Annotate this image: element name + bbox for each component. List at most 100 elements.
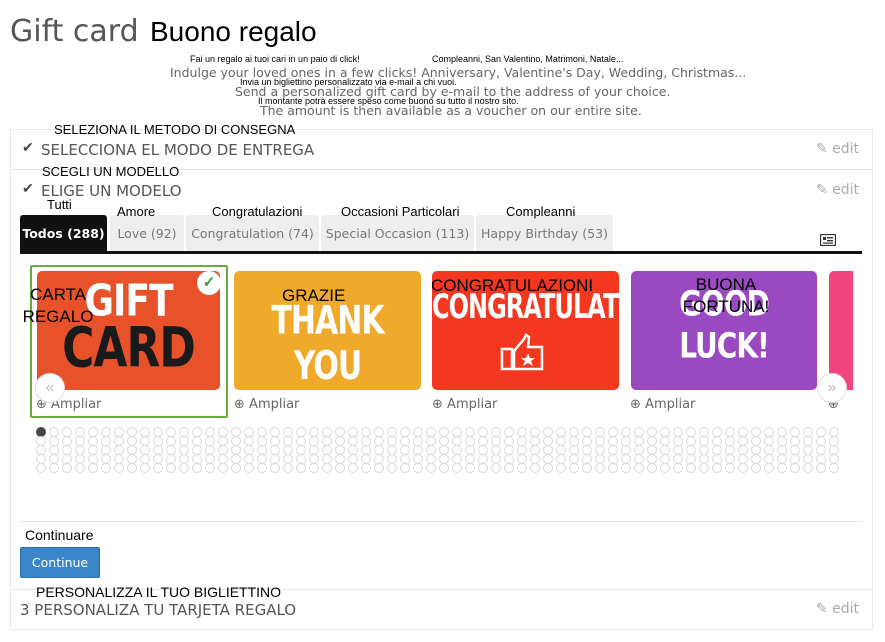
check-circle-icon: ✓ xyxy=(197,271,221,295)
pagination-dot[interactable] xyxy=(621,463,631,473)
tab-special-occasion[interactable]: Special Occasion (113) xyxy=(321,215,474,251)
pagination-dot[interactable] xyxy=(608,463,618,473)
continue-button[interactable]: Continue xyxy=(20,547,100,578)
pagination-dot[interactable] xyxy=(270,463,280,473)
pencil-icon: ✎ xyxy=(815,182,828,198)
pagination-dot[interactable] xyxy=(816,463,826,473)
check-icon: ✔ xyxy=(22,139,34,155)
carousel-prev-button[interactable]: « xyxy=(35,373,65,403)
chevron-left-icon: « xyxy=(45,379,55,396)
check-icon: ✔ xyxy=(22,180,34,196)
pagination-dot[interactable] xyxy=(569,463,579,473)
step-3-label: 3 PERSONALIZA TU TARJETA REGALO xyxy=(20,601,297,619)
pagination-dot[interactable] xyxy=(192,463,202,473)
pagination-dot[interactable] xyxy=(751,463,761,473)
pagination-dot[interactable] xyxy=(283,463,293,473)
tab-happy-birthday[interactable]: Happy Birthday (53) xyxy=(476,215,613,251)
pagination-dot[interactable] xyxy=(244,463,254,473)
pagination-dot[interactable] xyxy=(179,463,189,473)
thumbs-up-icon xyxy=(500,333,544,371)
pagination-dot[interactable] xyxy=(491,463,501,473)
pagination-dot[interactable] xyxy=(465,463,475,473)
step-1-label: SELECCIONA EL MODO DE ENTREGA xyxy=(41,141,315,159)
carousel-next-button[interactable]: » xyxy=(817,373,847,403)
pagination-dot[interactable] xyxy=(478,463,488,473)
pagination-dot[interactable] xyxy=(530,463,540,473)
pagination-dot[interactable] xyxy=(322,463,332,473)
pagination-dot[interactable] xyxy=(738,463,748,473)
pagination-dot[interactable] xyxy=(543,463,553,473)
pagination-dot[interactable] xyxy=(296,463,306,473)
pagination-dot[interactable] xyxy=(660,463,670,473)
pagination-dot[interactable] xyxy=(725,463,735,473)
pagination-dot[interactable] xyxy=(75,463,85,473)
chevron-right-icon: » xyxy=(827,379,837,396)
pagination-dot[interactable] xyxy=(218,463,228,473)
pencil-icon: ✎ xyxy=(815,141,828,157)
pagination-dot[interactable] xyxy=(205,463,215,473)
step-1-edit-link[interactable]: ✎ edit xyxy=(816,141,859,157)
pagination-dot[interactable] xyxy=(348,463,358,473)
pagination-dot[interactable] xyxy=(647,463,657,473)
tab-congratulation[interactable]: Congratulation (74) xyxy=(186,215,319,251)
pagination-dot[interactable] xyxy=(582,463,592,473)
pagination-dot[interactable] xyxy=(439,463,449,473)
zoom-link[interactable]: ⊕ Ampliar xyxy=(234,397,299,412)
divider xyxy=(20,521,862,522)
pagination-dot[interactable] xyxy=(101,463,111,473)
list-view-icon[interactable] xyxy=(820,234,836,246)
pagination-dot[interactable] xyxy=(803,463,813,473)
pagination-dot[interactable] xyxy=(517,463,527,473)
pagination-dot[interactable] xyxy=(231,463,241,473)
tabs-underline xyxy=(20,251,862,254)
step-1-translation: SELEZIONA IL METODO DI CONSEGNA xyxy=(54,122,296,137)
pagination-dot[interactable] xyxy=(153,463,163,473)
pagination-dot[interactable] xyxy=(114,463,124,473)
pagination-dot[interactable] xyxy=(400,463,410,473)
pagination-dot[interactable] xyxy=(387,463,397,473)
card-4-translation: BUONA FORTUNA! xyxy=(682,275,770,316)
tab-special-occasion-translation: Occasioni Particolari xyxy=(341,204,460,219)
pagination-dot[interactable] xyxy=(426,463,436,473)
pagination-dot[interactable] xyxy=(686,463,696,473)
tab-all-translation: Tutti xyxy=(47,197,72,212)
pagination-dot[interactable] xyxy=(361,463,371,473)
zoom-in-icon: ⊕ xyxy=(234,397,245,412)
zoom-link[interactable]: ⊕ Ampliar xyxy=(432,397,497,412)
step-3-edit-link[interactable]: ✎ edit xyxy=(816,601,859,617)
pagination-dot[interactable] xyxy=(504,463,514,473)
pagination-dot[interactable] xyxy=(595,463,605,473)
pagination-dot[interactable] xyxy=(634,463,644,473)
pagination-dot[interactable] xyxy=(374,463,384,473)
tab-all[interactable]: Todos (288) xyxy=(20,215,107,251)
pagination-dot[interactable] xyxy=(777,463,787,473)
intro-line-3: The amount is then available as a vouche… xyxy=(260,103,642,118)
pagination-dot[interactable] xyxy=(36,463,46,473)
pagination-dot[interactable] xyxy=(257,463,267,473)
tab-love[interactable]: Love (92) xyxy=(110,215,184,251)
continue-translation: Continuare xyxy=(25,527,94,543)
intro-translation-1b: Compleanni, San Valentino, Matrimoni, Na… xyxy=(432,54,624,64)
pagination-dot[interactable] xyxy=(829,463,839,473)
pagination-dot[interactable] xyxy=(699,463,709,473)
pagination-dot[interactable] xyxy=(790,463,800,473)
pagination-dot[interactable] xyxy=(140,463,150,473)
pagination-dot[interactable] xyxy=(413,463,423,473)
pagination-dot[interactable] xyxy=(88,463,98,473)
pagination-dot[interactable] xyxy=(712,463,722,473)
pagination-dot[interactable] xyxy=(166,463,176,473)
pagination-dot[interactable] xyxy=(49,463,59,473)
pagination-dot[interactable] xyxy=(556,463,566,473)
zoom-link[interactable]: ⊕ Ampliar xyxy=(630,397,695,412)
pagination-dot[interactable] xyxy=(62,463,72,473)
page-title: Gift card xyxy=(10,14,139,49)
pagination-dot[interactable] xyxy=(452,463,462,473)
pagination-dot[interactable] xyxy=(673,463,683,473)
step-2-edit-link[interactable]: ✎ edit xyxy=(816,182,859,198)
step-2-translation: SCEGLI UN MODELLO xyxy=(42,164,180,179)
pagination-dot[interactable] xyxy=(335,463,345,473)
pagination-dot[interactable] xyxy=(309,463,319,473)
intro-translation-1a: Fai un regalo ai tuoi cari in un paio di… xyxy=(190,54,360,64)
pagination-dot[interactable] xyxy=(127,463,137,473)
pagination-dot[interactable] xyxy=(764,463,774,473)
